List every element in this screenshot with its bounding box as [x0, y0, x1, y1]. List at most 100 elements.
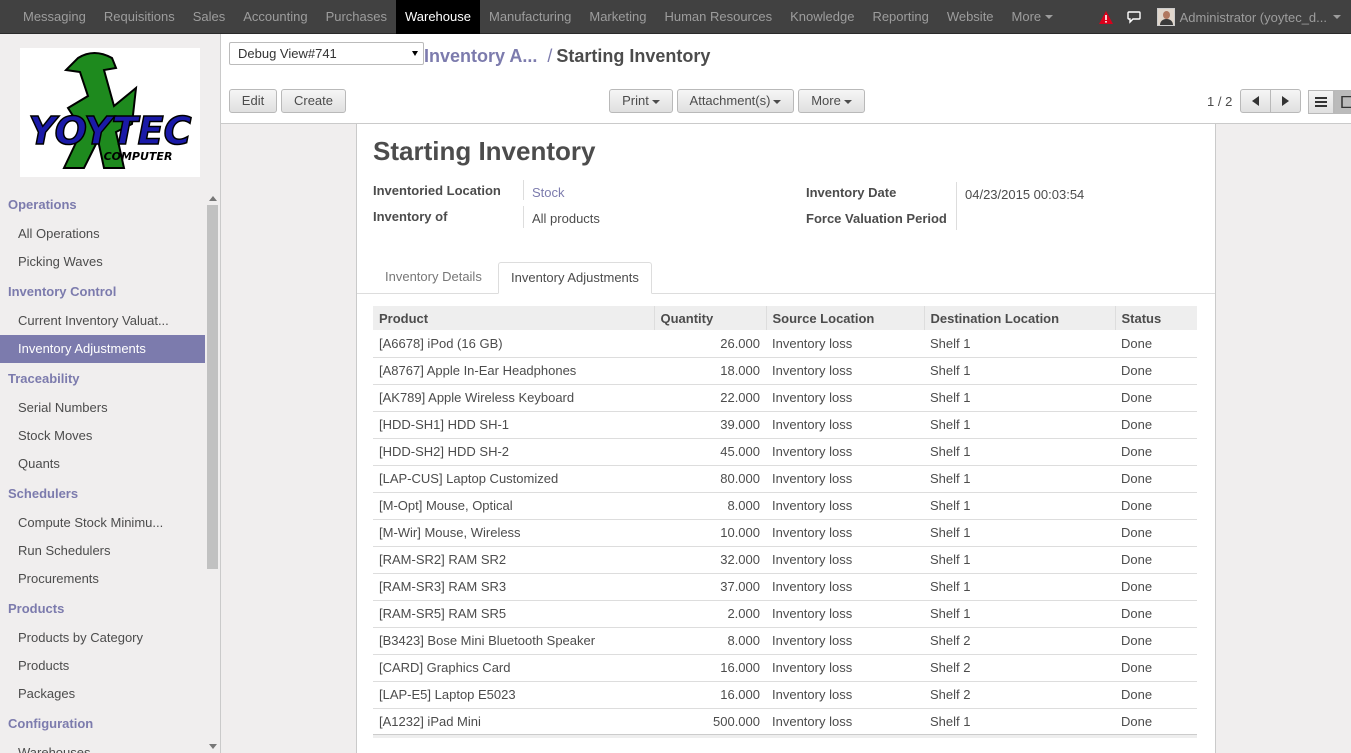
menu-item-reporting[interactable]: Reporting [863, 0, 937, 34]
form-title: Starting Inventory [373, 136, 596, 166]
table-row[interactable]: [A1232] iPad Mini 500.000 Inventory loss Sh… [373, 708, 1197, 736]
destination-location-cell: Shelf 1 [924, 600, 1115, 628]
column-status[interactable]: Status [1114, 306, 1197, 330]
tab-inventory-details[interactable]: Inventory Details [373, 262, 494, 294]
table-row[interactable]: [RAM-SR3] RAM SR3 37.000 Inventory loss She… [373, 573, 1197, 601]
product-cell: [A6678] iPod (16 GB) [373, 330, 654, 358]
destination-location-cell: Shelf 2 [924, 654, 1115, 682]
column-quantity[interactable]: Quantity [653, 306, 766, 330]
product-cell: [LAP-E5] Laptop E5023 [373, 681, 654, 709]
pager-next-button[interactable] [1270, 89, 1301, 113]
more-button[interactable]: More [798, 89, 865, 113]
table-row[interactable]: [HDD-SH2] HDD SH-2 45.000 Inventory loss Sh… [373, 438, 1197, 466]
chat-icon[interactable] [1126, 10, 1141, 24]
edit-button[interactable]: Edit [229, 89, 277, 113]
pager-previous-button[interactable] [1240, 89, 1271, 113]
sidebar-menu: Operations All Operations Picking Waves Inv… [0, 189, 205, 753]
table-row[interactable]: [A6678] iPod (16 GB) 26.000 Inventory loss… [373, 330, 1197, 358]
product-cell: [RAM-SR5] RAM SR5 [373, 600, 654, 628]
table-row[interactable]: [A8767] Apple In-Ear Headphones 18.000 Inv… [373, 357, 1197, 385]
column-source-location[interactable]: Source Location [765, 306, 924, 330]
sidebar: YOYTEC COMPUTER Operations All Operations… [0, 34, 221, 753]
menu-item-manufacturing[interactable]: Manufacturing [480, 0, 580, 34]
sidebar-item-packages[interactable]: Packages [0, 680, 205, 708]
product-cell: [HDD-SH1] HDD SH-1 [373, 411, 654, 439]
menu-item-purchases[interactable]: Purchases [317, 0, 396, 34]
scrollbar-thumb[interactable] [207, 205, 218, 569]
sidebar-item-products-by-category[interactable]: Products by Category [0, 624, 205, 652]
destination-location-cell: Shelf 1 [924, 357, 1115, 385]
destination-location-cell: Shelf 1 [924, 330, 1115, 358]
menu-item-requisitions[interactable]: Requisitions [95, 0, 184, 34]
source-location-cell: Inventory loss [766, 330, 924, 358]
table-row[interactable]: [LAP-E5] Laptop E5023 16.000 Inventory los… [373, 681, 1197, 709]
sidebar-item-inventory-adjustments[interactable]: Inventory Adjustments [0, 335, 205, 363]
table-row[interactable]: [HDD-SH1] HDD SH-1 39.000 Inventory loss Sh… [373, 411, 1197, 439]
menu-item-marketing[interactable]: Marketing [580, 0, 655, 34]
inventory-date-label: Inventory Date [806, 185, 897, 200]
create-button[interactable]: Create [281, 89, 346, 113]
svg-text:COMPUTER: COMPUTER [104, 150, 173, 163]
menu-item-human-resources[interactable]: Human Resources [655, 0, 781, 34]
sidebar-item-quants[interactable]: Quants [0, 450, 205, 478]
control-panel: Debug View#741 Inventory A... / Starting I… [221, 34, 1351, 124]
svg-text:YOYTEC: YOYTEC [29, 109, 192, 153]
table-row[interactable]: [B3423] Bose Mini Bluetooth Speaker 8.000… [373, 627, 1197, 655]
more-menu[interactable]: More [1003, 0, 1063, 34]
warning-icon[interactable] [1098, 10, 1113, 24]
destination-location-cell: Shelf 1 [924, 384, 1115, 412]
sidebar-item-stock-moves[interactable]: Stock Moves [0, 422, 205, 450]
quantity-cell: 22.000 [654, 384, 766, 412]
sidebar-item-warehouses[interactable]: Warehouses [0, 739, 205, 753]
sidebar-item-procurements[interactable]: Procurements [0, 565, 205, 593]
breadcrumb-current: Starting Inventory [556, 46, 711, 66]
column-destination-location[interactable]: Destination Location [923, 306, 1115, 330]
list-view-button[interactable] [1308, 90, 1334, 114]
scroll-down-icon[interactable] [209, 744, 217, 749]
arrow-right-icon [1282, 96, 1289, 106]
table-row[interactable]: [LAP-CUS] Laptop Customized 80.000 Invento… [373, 465, 1197, 493]
debug-view-select[interactable]: Debug View#741 [229, 42, 424, 65]
menu-item-sales[interactable]: Sales [184, 0, 235, 34]
sidebar-item-run-schedulers[interactable]: Run Schedulers [0, 537, 205, 565]
quantity-cell: 37.000 [654, 573, 766, 601]
sidebar-item-all-operations[interactable]: All Operations [0, 220, 205, 248]
table-row[interactable]: [RAM-SR2] RAM SR2 32.000 Inventory loss She… [373, 546, 1197, 574]
user-menu[interactable]: Administrator (yoytec_d... [1156, 8, 1341, 26]
scroll-up-icon[interactable] [209, 196, 217, 201]
breadcrumb-parent[interactable]: Inventory A... [424, 46, 537, 66]
product-cell: [A1232] iPad Mini [373, 708, 654, 736]
menu-item-messaging[interactable]: Messaging [14, 0, 95, 34]
sidebar-item-picking-waves[interactable]: Picking Waves [0, 248, 205, 276]
status-cell: Done [1115, 492, 1197, 520]
source-location-cell: Inventory loss [766, 654, 924, 682]
sidebar-item-compute-stock-minimu[interactable]: Compute Stock Minimu... [0, 509, 205, 537]
table-row[interactable]: [CARD] Graphics Card 16.000 Inventory loss… [373, 654, 1197, 682]
column-product[interactable]: Product [373, 306, 654, 330]
table-row[interactable]: [M-Opt] Mouse, Optical 8.000 Inventory los… [373, 492, 1197, 520]
destination-location-cell: Shelf 1 [924, 708, 1115, 736]
menu-item-accounting[interactable]: Accounting [234, 0, 316, 34]
table-row[interactable]: [RAM-SR5] RAM SR5 2.000 Inventory loss Shel… [373, 600, 1197, 628]
sidebar-section-traceability: Traceability [8, 371, 80, 386]
inventoried-location-value[interactable]: Stock [532, 185, 565, 200]
sidebar-scrollbar[interactable] [205, 194, 220, 753]
pager-value: 1 / 2 [1207, 94, 1233, 109]
sidebar-item-serial-numbers[interactable]: Serial Numbers [0, 394, 205, 422]
sidebar-item-current-inventory-valuat[interactable]: Current Inventory Valuat... [0, 307, 205, 335]
quantity-cell: 16.000 [654, 654, 766, 682]
form-view-button[interactable] [1334, 90, 1351, 114]
tab-inventory-adjustments[interactable]: Inventory Adjustments [498, 262, 652, 294]
print-button[interactable]: Print [609, 89, 673, 113]
menu-item-website[interactable]: Website [938, 0, 1003, 34]
table-row[interactable]: [M-Wir] Mouse, Wireless 10.000 Inventory l… [373, 519, 1197, 547]
chevron-down-icon [843, 99, 852, 104]
menu-item-knowledge[interactable]: Knowledge [781, 0, 863, 34]
menu-item-warehouse[interactable]: Warehouse [395, 0, 480, 34]
table-row[interactable]: [AK789] Apple Wireless Keyboard 22.000 Inv… [373, 384, 1197, 412]
attachments-button[interactable]: Attachment(s) [677, 89, 794, 113]
company-logo[interactable]: YOYTEC COMPUTER [20, 48, 200, 177]
adjustments-table: Product Quantity Source Location Destina… [373, 306, 1197, 736]
sidebar-item-products[interactable]: Products [0, 652, 205, 680]
destination-location-cell: Shelf 1 [924, 438, 1115, 466]
